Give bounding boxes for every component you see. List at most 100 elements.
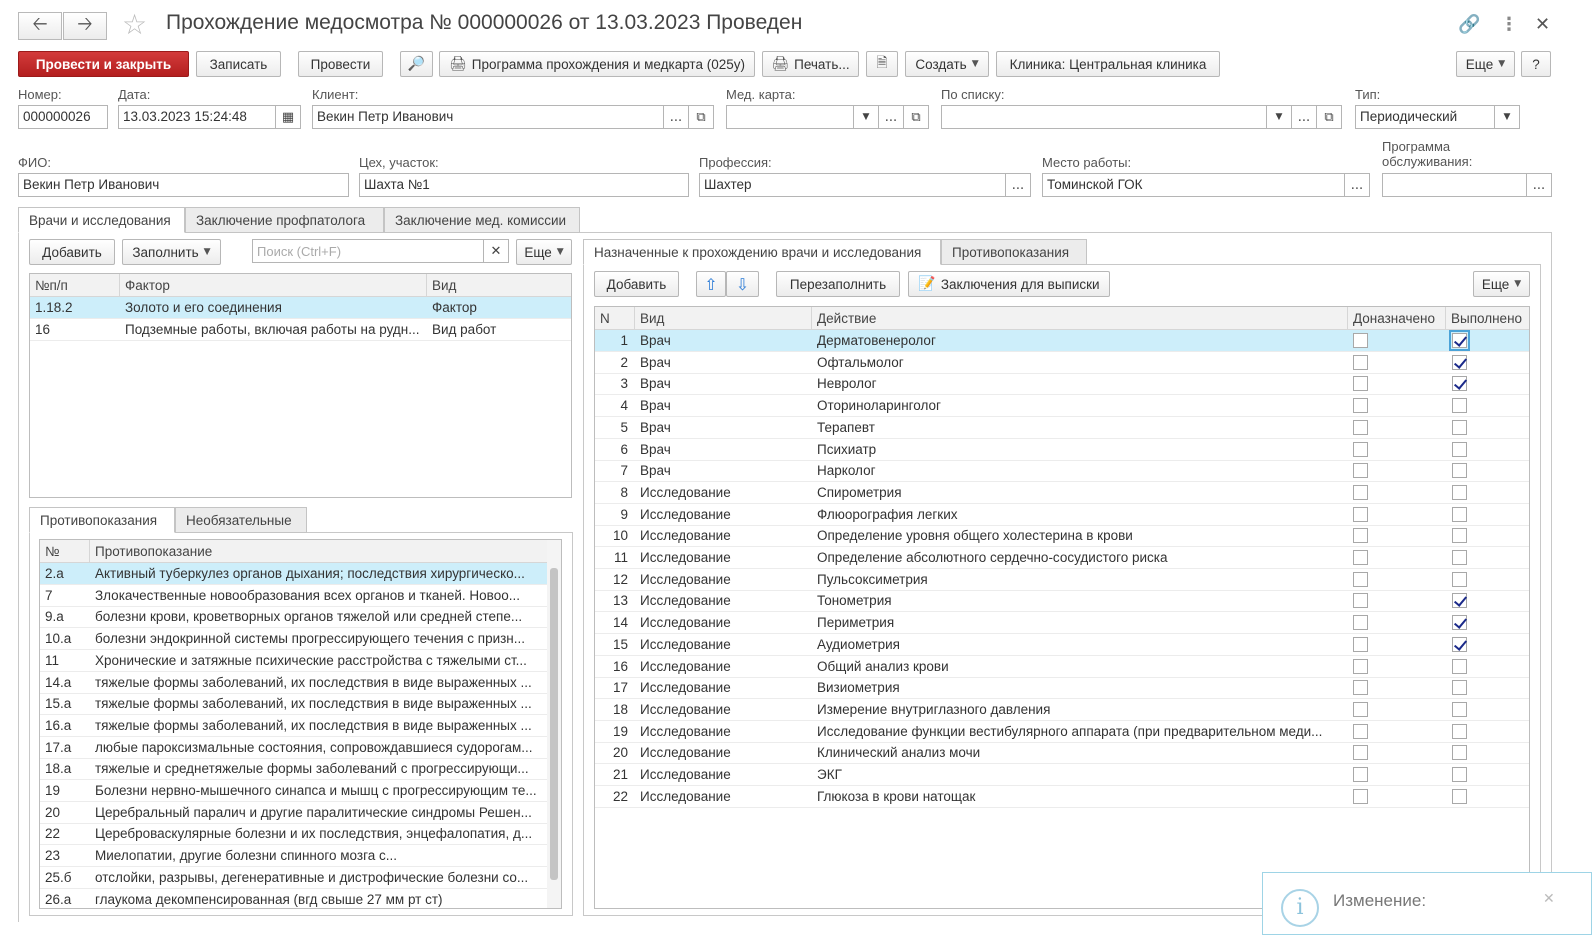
print-button[interactable]: 🖨 Печать... [762, 51, 859, 77]
program-select-button[interactable]: ... [1526, 173, 1552, 197]
bylist-select-button[interactable]: ... [1291, 105, 1317, 129]
table-row[interactable]: 5 Врач Терапевт [595, 417, 1529, 439]
medcard-dropdown-button[interactable]: ▼ [853, 105, 879, 129]
workplace-field[interactable]: Томинской ГОК [1042, 173, 1345, 197]
left-more-button[interactable]: Еще ▼ [516, 239, 572, 265]
done-checkbox[interactable] [1452, 701, 1467, 717]
extra-checkbox[interactable] [1353, 398, 1368, 414]
table-row[interactable]: 17 Исследование Визиометрия [595, 677, 1529, 700]
type-dropdown-button[interactable]: ▼ [1494, 105, 1520, 129]
table-row[interactable]: 21 Исследование ЭКГ [595, 764, 1529, 786]
extra-checkbox[interactable] [1353, 333, 1368, 348]
done-checkbox[interactable] [1449, 330, 1470, 351]
table-row[interactable]: 25.б отслойки, разрывы, дегенеративные и … [40, 867, 547, 889]
table-row[interactable]: 16 Исследование Общий анализ крови [595, 656, 1529, 678]
table-row[interactable]: 1.18.2 Золото и его соединения Фактор [30, 297, 571, 319]
post-and-close-button[interactable]: Провести и закрыть [18, 51, 189, 77]
done-checkbox[interactable] [1452, 680, 1467, 696]
done-checkbox[interactable] [1452, 745, 1467, 761]
extra-checkbox[interactable] [1353, 463, 1368, 479]
extra-checkbox[interactable] [1353, 441, 1368, 457]
table-row[interactable]: 20 Церебральный паралич и другие паралити… [40, 802, 547, 824]
extra-checkbox[interactable] [1353, 615, 1368, 631]
bylist-dropdown-button[interactable]: ▼ [1266, 105, 1292, 129]
done-checkbox[interactable] [1452, 767, 1467, 782]
done-checkbox[interactable] [1452, 463, 1467, 479]
profession-field[interactable]: Шахтер [699, 173, 1006, 197]
col-header-n[interactable]: №п/п [30, 274, 120, 297]
shop-field[interactable]: Шахта №1 [359, 173, 689, 197]
table-row[interactable]: 16.а тяжелые формы заболеваний, их послед… [40, 715, 547, 737]
col-header-extra[interactable]: Доназначено [1348, 307, 1446, 330]
extra-checkbox[interactable] [1353, 658, 1368, 674]
date-field[interactable]: 13.03.2023 15:24:48 [118, 105, 276, 129]
clinic-button[interactable]: Клиника: Центральная клиника [996, 51, 1220, 77]
medcard-field[interactable] [726, 105, 854, 129]
tab-optional[interactable]: Необязательные [175, 507, 307, 533]
table-row[interactable]: 8 Исследование Спирометрия [595, 482, 1529, 504]
workplace-select-button[interactable]: ... [1344, 173, 1370, 197]
table-row[interactable]: 18 Исследование Измерение внутриглазного д… [595, 699, 1529, 721]
col-header-kind[interactable]: Вид [635, 307, 812, 330]
done-checkbox[interactable] [1452, 571, 1467, 587]
table-row[interactable]: 7 Врач Нарколог [595, 460, 1529, 483]
table-row[interactable]: 26.а глаукома декомпенсированная (вгд свы… [40, 889, 547, 909]
table-row[interactable]: 9.а болезни крови, кроветворных органов т… [40, 606, 547, 629]
tab-contraindications[interactable]: Противопоказания [29, 507, 175, 533]
tab-profpathologist[interactable]: Заключение профпатолога [185, 207, 384, 233]
right-more-button[interactable]: Еще ▼ [1473, 271, 1530, 297]
table-row[interactable]: 2.а Активный туберкулез органов дыхания; … [40, 563, 547, 585]
extra-checkbox[interactable] [1353, 701, 1368, 717]
table-row[interactable]: 10.а болезни эндокринной системы прогресс… [40, 628, 547, 651]
done-checkbox[interactable] [1452, 376, 1467, 392]
table-row[interactable]: 15.а тяжелые формы заболеваний, их послед… [40, 693, 547, 716]
table-row[interactable]: 18.а тяжелые и среднетяжелые формы заболе… [40, 758, 547, 781]
table-row[interactable]: 2 Врач Офтальмолог [595, 352, 1529, 374]
table-row[interactable]: 3 Врач Невролог [595, 373, 1529, 396]
done-checkbox[interactable] [1452, 441, 1467, 457]
extra-checkbox[interactable] [1353, 788, 1368, 804]
profession-select-button[interactable]: ... [1005, 173, 1031, 197]
extra-checkbox[interactable] [1353, 354, 1368, 370]
program-field[interactable] [1382, 173, 1527, 197]
fill-button[interactable]: Заполнить ▼ [122, 239, 221, 265]
table-row[interactable]: 19 Болезни нервно-мышечного синапса и мыш… [40, 780, 547, 802]
table-row[interactable]: 19 Исследование Исследование функции вести… [595, 721, 1529, 743]
report-button[interactable]: 🗎 [866, 51, 898, 77]
done-checkbox[interactable] [1452, 506, 1467, 522]
create-button[interactable]: Создать ▼ [905, 51, 989, 77]
move-down-button[interactable]: ⇩ [726, 271, 759, 297]
more-vertical-icon[interactable]: ⋮ [1500, 14, 1518, 35]
table-row[interactable]: 6 Врач Психиатр [595, 439, 1529, 461]
extra-checkbox[interactable] [1353, 550, 1368, 565]
extra-checkbox[interactable] [1353, 680, 1368, 696]
program-medcard-button[interactable]: 🖨 Программа прохождения и медкарта (025у) [439, 51, 755, 77]
table-row[interactable]: 7 Злокачественные новообразования всех ор… [40, 585, 547, 607]
tab-commission[interactable]: Заключение мед. комиссии [384, 207, 580, 233]
notification-popup[interactable]: i Изменение: ✕ [1262, 872, 1592, 935]
done-checkbox[interactable] [1452, 658, 1467, 674]
table-row[interactable]: 17.а любые пароксизмальные состояния, соп… [40, 737, 547, 759]
col-header-num[interactable]: № [40, 540, 90, 563]
extra-checkbox[interactable] [1353, 593, 1368, 609]
search-input[interactable]: Поиск (Ctrl+F) [252, 239, 484, 263]
extra-checkbox[interactable] [1353, 636, 1368, 652]
done-checkbox[interactable] [1452, 354, 1467, 370]
bylist-field[interactable] [941, 105, 1267, 129]
table-row[interactable]: 1 Врач Дерматовенеролог [595, 330, 1529, 352]
type-field[interactable]: Периодический [1355, 105, 1495, 129]
left-add-button[interactable]: Добавить [29, 239, 115, 265]
table-row[interactable]: 4 Врач Оториноларинголог [595, 395, 1529, 418]
medcard-select-button[interactable]: ... [878, 105, 904, 129]
scrollbar-thumb[interactable] [550, 568, 558, 880]
move-up-button[interactable]: ⇧ [696, 271, 726, 297]
structure-search-button[interactable]: 🔎 [400, 51, 433, 77]
table-row[interactable]: 11 Исследование Определение абсолютного се… [595, 547, 1529, 569]
table-row[interactable]: 22 Цереброваскулярные болезни и их послед… [40, 823, 547, 846]
post-button[interactable]: Провести [298, 51, 383, 77]
client-select-button[interactable]: ... [663, 105, 689, 129]
client-field[interactable]: Векин Петр Иванович [312, 105, 664, 129]
done-checkbox[interactable] [1452, 484, 1467, 500]
close-icon[interactable]: ✕ [1535, 14, 1550, 35]
calendar-button[interactable]: ▦ [275, 105, 301, 129]
